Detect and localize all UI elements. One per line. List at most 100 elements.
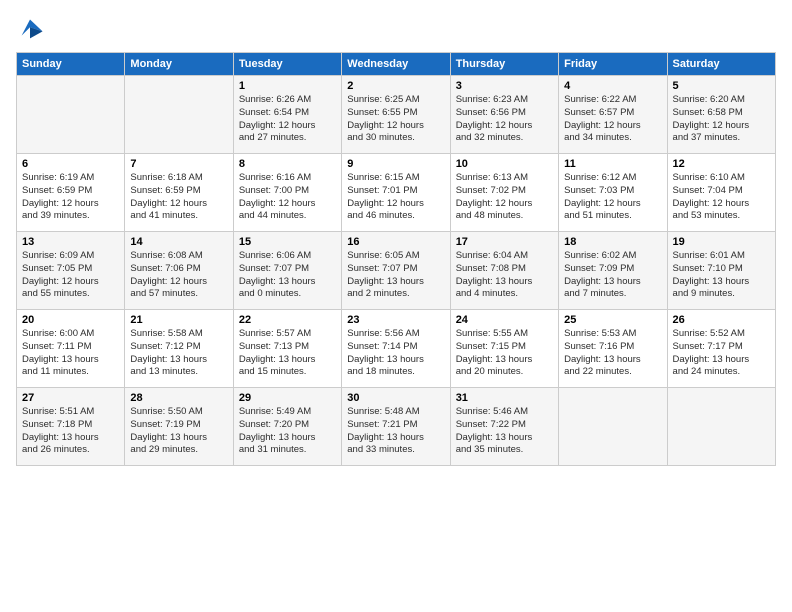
calendar-cell: 31 Sunrise: 5:46 AM Sunset: 7:22 PM Dayli…: [450, 388, 558, 466]
weekday-header-saturday: Saturday: [667, 53, 775, 76]
calendar-week-row: 6 Sunrise: 6:19 AM Sunset: 6:59 PM Daylig…: [17, 154, 776, 232]
weekday-header-sunday: Sunday: [17, 53, 125, 76]
cell-content: Sunrise: 6:13 AM Sunset: 7:02 PM Dayligh…: [456, 172, 553, 223]
calendar-cell: 14 Sunrise: 6:08 AM Sunset: 7:06 PM Dayli…: [125, 232, 233, 310]
cell-content: Sunrise: 5:48 AM Sunset: 7:21 PM Dayligh…: [347, 406, 444, 457]
cell-content: Sunrise: 6:18 AM Sunset: 6:59 PM Dayligh…: [130, 172, 227, 223]
day-number: 11: [564, 158, 661, 170]
cell-content: Sunrise: 5:50 AM Sunset: 7:19 PM Dayligh…: [130, 406, 227, 457]
calendar-cell: 19 Sunrise: 6:01 AM Sunset: 7:10 PM Dayli…: [667, 232, 775, 310]
day-number: 25: [564, 314, 661, 326]
cell-content: Sunrise: 6:19 AM Sunset: 6:59 PM Dayligh…: [22, 172, 119, 223]
calendar-cell: [125, 76, 233, 154]
calendar-cell: 1Sunrise: 6:26 AM Sunset: 6:54 PM Daylig…: [233, 76, 341, 154]
weekday-header-thursday: Thursday: [450, 53, 558, 76]
calendar-cell: 22 Sunrise: 5:57 AM Sunset: 7:13 PM Dayli…: [233, 310, 341, 388]
day-number: 12: [673, 158, 770, 170]
calendar-week-row: 27 Sunrise: 5:51 AM Sunset: 7:18 PM Dayli…: [17, 388, 776, 466]
cell-content: Sunrise: 6:06 AM Sunset: 7:07 PM Dayligh…: [239, 250, 336, 301]
calendar-cell: 30 Sunrise: 5:48 AM Sunset: 7:21 PM Dayli…: [342, 388, 450, 466]
calendar-cell: 12 Sunrise: 6:10 AM Sunset: 7:04 PM Dayli…: [667, 154, 775, 232]
cell-content: Sunrise: 5:55 AM Sunset: 7:15 PM Dayligh…: [456, 328, 553, 379]
calendar-cell: 28 Sunrise: 5:50 AM Sunset: 7:19 PM Dayli…: [125, 388, 233, 466]
calendar-cell: 4 Sunrise: 6:22 AM Sunset: 6:57 PM Daylig…: [559, 76, 667, 154]
cell-content: Sunrise: 6:23 AM Sunset: 6:56 PM Dayligh…: [456, 94, 553, 145]
calendar-cell: 25Sunrise: 5:53 AM Sunset: 7:16 PM Dayli…: [559, 310, 667, 388]
day-number: 6: [22, 158, 119, 170]
calendar-cell: 6 Sunrise: 6:19 AM Sunset: 6:59 PM Daylig…: [17, 154, 125, 232]
day-number: 21: [130, 314, 227, 326]
cell-content: Sunrise: 6:02 AM Sunset: 7:09 PM Dayligh…: [564, 250, 661, 301]
day-number: 1: [239, 80, 336, 92]
calendar-cell: 7 Sunrise: 6:18 AM Sunset: 6:59 PM Daylig…: [125, 154, 233, 232]
day-number: 19: [673, 236, 770, 248]
day-number: 16: [347, 236, 444, 248]
calendar-cell: 9Sunrise: 6:15 AM Sunset: 7:01 PM Daylig…: [342, 154, 450, 232]
cell-content: Sunrise: 5:46 AM Sunset: 7:22 PM Dayligh…: [456, 406, 553, 457]
logo: [16, 16, 48, 44]
cell-content: Sunrise: 6:01 AM Sunset: 7:10 PM Dayligh…: [673, 250, 770, 301]
day-number: 8: [239, 158, 336, 170]
calendar-cell: 29Sunrise: 5:49 AM Sunset: 7:20 PM Dayli…: [233, 388, 341, 466]
cell-content: Sunrise: 5:51 AM Sunset: 7:18 PM Dayligh…: [22, 406, 119, 457]
calendar-cell: 2 Sunrise: 6:25 AM Sunset: 6:55 PM Daylig…: [342, 76, 450, 154]
day-number: 4: [564, 80, 661, 92]
day-number: 13: [22, 236, 119, 248]
calendar-cell: 24 Sunrise: 5:55 AM Sunset: 7:15 PM Dayli…: [450, 310, 558, 388]
calendar-cell: 21 Sunrise: 5:58 AM Sunset: 7:12 PM Dayli…: [125, 310, 233, 388]
calendar-cell: 20Sunrise: 6:00 AM Sunset: 7:11 PM Dayli…: [17, 310, 125, 388]
calendar-week-row: 1Sunrise: 6:26 AM Sunset: 6:54 PM Daylig…: [17, 76, 776, 154]
weekday-header-row: SundayMondayTuesdayWednesdayThursdayFrid…: [17, 53, 776, 76]
cell-content: Sunrise: 5:49 AM Sunset: 7:20 PM Dayligh…: [239, 406, 336, 457]
cell-content: Sunrise: 5:58 AM Sunset: 7:12 PM Dayligh…: [130, 328, 227, 379]
cell-content: Sunrise: 6:25 AM Sunset: 6:55 PM Dayligh…: [347, 94, 444, 145]
day-number: 27: [22, 392, 119, 404]
cell-content: Sunrise: 6:22 AM Sunset: 6:57 PM Dayligh…: [564, 94, 661, 145]
cell-content: Sunrise: 6:00 AM Sunset: 7:11 PM Dayligh…: [22, 328, 119, 379]
cell-content: Sunrise: 5:52 AM Sunset: 7:17 PM Dayligh…: [673, 328, 770, 379]
cell-content: Sunrise: 5:56 AM Sunset: 7:14 PM Dayligh…: [347, 328, 444, 379]
day-number: 17: [456, 236, 553, 248]
calendar-cell: 26 Sunrise: 5:52 AM Sunset: 7:17 PM Dayli…: [667, 310, 775, 388]
calendar-cell: 18 Sunrise: 6:02 AM Sunset: 7:09 PM Dayli…: [559, 232, 667, 310]
calendar-cell: 8 Sunrise: 6:16 AM Sunset: 7:00 PM Daylig…: [233, 154, 341, 232]
cell-content: Sunrise: 6:08 AM Sunset: 7:06 PM Dayligh…: [130, 250, 227, 301]
cell-content: Sunrise: 6:16 AM Sunset: 7:00 PM Dayligh…: [239, 172, 336, 223]
calendar-cell: 3 Sunrise: 6:23 AM Sunset: 6:56 PM Daylig…: [450, 76, 558, 154]
calendar-cell: 13 Sunrise: 6:09 AM Sunset: 7:05 PM Dayli…: [17, 232, 125, 310]
day-number: 2: [347, 80, 444, 92]
cell-content: Sunrise: 6:09 AM Sunset: 7:05 PM Dayligh…: [22, 250, 119, 301]
day-number: 22: [239, 314, 336, 326]
cell-content: Sunrise: 6:10 AM Sunset: 7:04 PM Dayligh…: [673, 172, 770, 223]
cell-content: Sunrise: 6:15 AM Sunset: 7:01 PM Dayligh…: [347, 172, 444, 223]
logo-bird-icon: [16, 16, 44, 44]
day-number: 23: [347, 314, 444, 326]
day-number: 30: [347, 392, 444, 404]
cell-content: Sunrise: 6:20 AM Sunset: 6:58 PM Dayligh…: [673, 94, 770, 145]
calendar-cell: 15Sunrise: 6:06 AM Sunset: 7:07 PM Dayli…: [233, 232, 341, 310]
day-number: 18: [564, 236, 661, 248]
day-number: 24: [456, 314, 553, 326]
day-number: 31: [456, 392, 553, 404]
day-number: 28: [130, 392, 227, 404]
day-number: 14: [130, 236, 227, 248]
day-number: 26: [673, 314, 770, 326]
calendar-table: SundayMondayTuesdayWednesdayThursdayFrid…: [16, 52, 776, 466]
calendar-cell: [667, 388, 775, 466]
weekday-header-friday: Friday: [559, 53, 667, 76]
day-number: 5: [673, 80, 770, 92]
calendar-cell: [559, 388, 667, 466]
cell-content: Sunrise: 5:57 AM Sunset: 7:13 PM Dayligh…: [239, 328, 336, 379]
calendar-week-row: 13 Sunrise: 6:09 AM Sunset: 7:05 PM Dayli…: [17, 232, 776, 310]
weekday-header-tuesday: Tuesday: [233, 53, 341, 76]
day-number: 10: [456, 158, 553, 170]
calendar-cell: 10 Sunrise: 6:13 AM Sunset: 7:02 PM Dayli…: [450, 154, 558, 232]
day-number: 7: [130, 158, 227, 170]
cell-content: Sunrise: 6:05 AM Sunset: 7:07 PM Dayligh…: [347, 250, 444, 301]
calendar-cell: 5 Sunrise: 6:20 AM Sunset: 6:58 PM Daylig…: [667, 76, 775, 154]
cell-content: Sunrise: 6:04 AM Sunset: 7:08 PM Dayligh…: [456, 250, 553, 301]
calendar-cell: 17 Sunrise: 6:04 AM Sunset: 7:08 PM Dayli…: [450, 232, 558, 310]
calendar-cell: 27 Sunrise: 5:51 AM Sunset: 7:18 PM Dayli…: [17, 388, 125, 466]
calendar-cell: [17, 76, 125, 154]
day-number: 3: [456, 80, 553, 92]
